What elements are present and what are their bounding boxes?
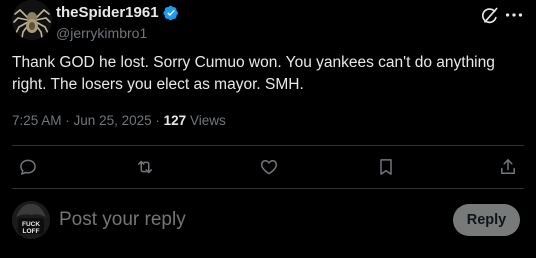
spider-avatar-image bbox=[12, 0, 52, 40]
views-count[interactable]: 127 bbox=[164, 113, 187, 128]
meta-separator: · bbox=[65, 113, 74, 128]
grok-icon[interactable] bbox=[480, 6, 500, 26]
divider-top bbox=[12, 145, 524, 146]
post-metadata: 7:25 AM · Jun 25, 2025 · 127 Views bbox=[12, 113, 226, 128]
views-label: Views bbox=[189, 113, 226, 128]
meta-separator: · bbox=[155, 113, 164, 128]
svg-text:LOFF: LOFF bbox=[23, 228, 40, 235]
author-display-name[interactable]: theSpider1961 bbox=[56, 4, 159, 21]
like-icon[interactable] bbox=[259, 157, 279, 177]
svg-text:FUCK: FUCK bbox=[22, 221, 40, 228]
reply-icon[interactable] bbox=[18, 157, 38, 177]
verified-badge-icon bbox=[162, 5, 178, 20]
post-text: Thank GOD he lost. Sorry Cumuo won. You … bbox=[12, 54, 495, 93]
post-time[interactable]: 7:25 AM bbox=[12, 113, 62, 128]
current-user-avatar[interactable]: FUCK LOFF bbox=[12, 201, 50, 239]
author-handle[interactable]: @jerrykimbro1 bbox=[56, 25, 147, 41]
author-display-name-row[interactable]: theSpider1961 bbox=[56, 4, 179, 21]
current-user-avatar-image: FUCK LOFF bbox=[12, 201, 50, 239]
author-avatar[interactable] bbox=[12, 0, 52, 40]
share-icon[interactable] bbox=[498, 157, 518, 177]
repost-icon[interactable] bbox=[135, 157, 155, 177]
divider-bottom bbox=[12, 188, 524, 189]
reply-button[interactable]: Reply bbox=[453, 204, 520, 236]
bookmark-icon[interactable] bbox=[376, 157, 396, 177]
reply-input[interactable] bbox=[57, 208, 441, 232]
post-date[interactable]: Jun 25, 2025 bbox=[74, 113, 152, 128]
more-icon[interactable] bbox=[503, 4, 525, 26]
